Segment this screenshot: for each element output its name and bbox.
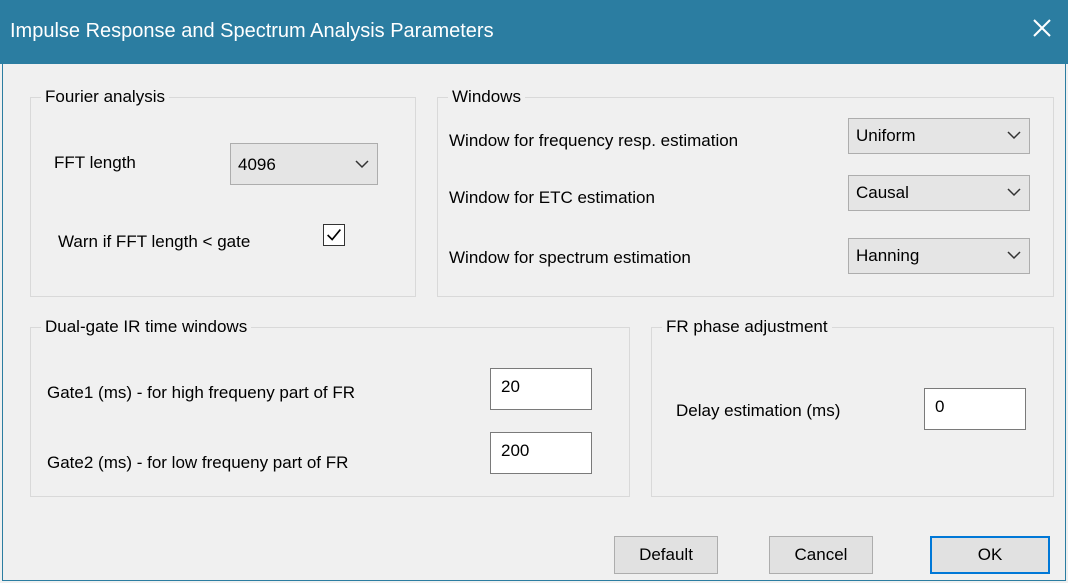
delay-estimation-label: Delay estimation (ms) <box>676 401 841 420</box>
phase-adjustment-legend: FR phase adjustment <box>662 317 832 337</box>
gate2-label: Gate2 (ms) - for low frequeny part of FR <box>47 453 349 472</box>
gate1-input[interactable]: 20 <box>490 368 592 410</box>
fourier-analysis-group: Fourier analysis <box>30 87 416 297</box>
freq-window-value: Uniform <box>856 126 916 145</box>
etc-window-value: Causal <box>856 183 909 202</box>
close-icon[interactable] <box>1028 14 1056 42</box>
chevron-down-icon <box>1007 188 1021 197</box>
window-title: Impulse Response and Spectrum Analysis P… <box>10 20 494 42</box>
spectrum-window-value: Hanning <box>856 246 920 265</box>
spectrum-window-select[interactable]: Hanning <box>848 238 1030 274</box>
gate1-value: 20 <box>501 377 520 396</box>
delay-estimation-value: 0 <box>935 397 945 416</box>
etc-window-select[interactable]: Causal <box>848 175 1030 211</box>
fft-length-value: 4096 <box>238 155 276 174</box>
gate2-value: 200 <box>501 441 530 460</box>
spectrum-window-label: Window for spectrum estimation <box>449 248 691 267</box>
warn-fft-checkbox[interactable] <box>323 224 345 246</box>
chevron-down-icon <box>1007 251 1021 260</box>
fft-length-select[interactable]: 4096 <box>230 143 378 185</box>
gate1-label: Gate1 (ms) - for high frequeny part of F… <box>47 383 356 402</box>
freq-window-label: Window for frequency resp. estimation <box>449 131 739 150</box>
fft-length-label: FFT length <box>54 153 136 172</box>
checkmark-icon <box>327 229 341 241</box>
gate2-input[interactable]: 200 <box>490 432 592 474</box>
ok-button[interactable]: OK <box>930 536 1050 574</box>
chevron-down-icon <box>1007 131 1021 140</box>
default-button[interactable]: Default <box>614 536 718 574</box>
warn-fft-label: Warn if FFT length < gate <box>58 232 251 251</box>
cancel-button[interactable]: Cancel <box>769 536 873 574</box>
fourier-analysis-legend: Fourier analysis <box>41 87 169 107</box>
chevron-down-icon <box>355 160 369 169</box>
title-bar: Impulse Response and Spectrum Analysis P… <box>0 0 1068 64</box>
delay-estimation-input[interactable]: 0 <box>924 388 1026 430</box>
windows-legend: Windows <box>448 87 525 107</box>
dual-gate-legend: Dual-gate IR time windows <box>41 317 252 337</box>
etc-window-label: Window for ETC estimation <box>449 188 655 207</box>
freq-window-select[interactable]: Uniform <box>848 118 1030 154</box>
